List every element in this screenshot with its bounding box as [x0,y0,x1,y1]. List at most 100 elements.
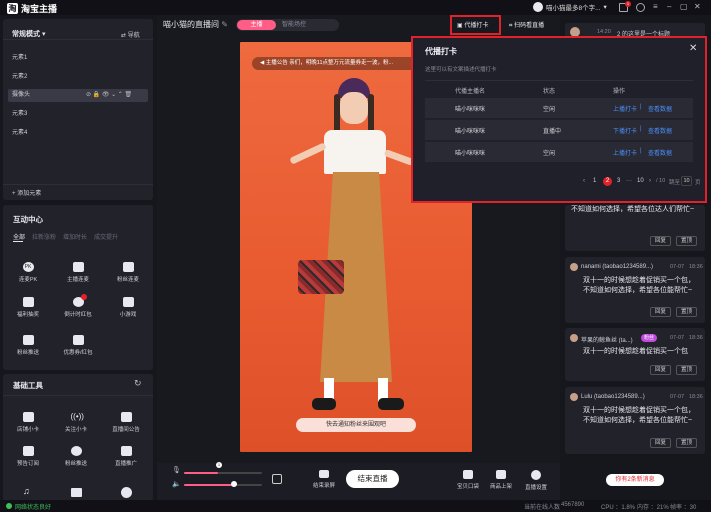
element-item-2[interactable]: 元素2 [8,71,148,83]
reply-button[interactable]: 回复 [650,236,671,246]
checkin-action-link[interactable]: 上播打卡 [613,148,637,157]
row-status: 空闲 [543,151,556,157]
tool-coupon[interactable]: 优惠券/红包 [60,335,96,356]
screen-capture-icon[interactable] [272,474,282,484]
video-caption[interactable]: 快去通知粉丝来围观吧 [296,418,416,432]
tab-underline [13,241,23,242]
live-settings-label: 直播设置 [524,485,547,491]
more-tool-icon[interactable] [121,487,132,498]
tab-host[interactable]: 主播 [237,20,276,30]
live-settings-button[interactable]: 直播设置 [518,470,554,491]
reply-button[interactable]: 回复 [650,307,671,317]
page-current[interactable]: 2 [603,177,612,186]
tab-conversion[interactable]: 成交提升 [94,235,118,241]
mic-slider-handle[interactable]: 1 [216,462,222,468]
notify-badge: 1 [625,1,631,7]
avatar [570,393,578,401]
video-camera-icon [319,470,329,478]
pin-button[interactable]: 置顶 [676,236,697,246]
dialog-title: 代播打卡 [425,47,457,56]
close-icon[interactable]: ✕ [689,43,697,54]
pin-button[interactable]: 置顶 [676,307,697,317]
tab-duration[interactable]: 增加时长 [63,235,87,241]
pin-button[interactable]: 置顶 [676,438,697,448]
chat-date: 07-07 [670,264,685,270]
chat-name: 苹果的鲸鱼丝 (ta...) [581,338,633,344]
page-3[interactable]: 3 [617,178,620,184]
element-item-3[interactable]: 元素3 [8,108,148,120]
page-1[interactable]: 1 [593,178,596,184]
store-pocket-button[interactable]: 宝贝口袋 [451,470,485,490]
pin-button[interactable]: 置顶 [676,365,697,375]
avatar [570,263,578,271]
maximize-icon[interactable]: ▢ [680,2,688,11]
element-label: 摄像头 [12,92,31,98]
element-item-1[interactable]: 元素1 [8,52,148,64]
checkin-action-link[interactable]: 上播打卡 [613,104,637,113]
jump-input[interactable]: 10 [681,176,692,186]
tool-host-link[interactable]: 主播连麦 [60,262,96,283]
page-10[interactable]: 10 [637,178,644,184]
proxy-checkin-button[interactable]: ▣ 代播打卡 [457,20,488,29]
tool-game[interactable]: 小游戏 [110,297,146,318]
shirt [324,130,386,174]
guide-button[interactable]: ⇄ 导航 [121,30,140,39]
tab-smart-control[interactable]: 智能场控 [282,20,306,30]
volume-icon[interactable]: 🔈 [172,480,181,488]
tool-label: 连麦PK [18,277,38,283]
mode-select[interactable]: 常规模式 ▾ [12,29,45,39]
tool-pk[interactable]: PK 连麦PK [10,262,46,283]
minimize-icon[interactable]: – [667,2,671,11]
help-icon[interactable] [636,3,645,12]
end-live-button[interactable]: 结束直播 [346,470,399,488]
menu-icon[interactable]: ≡ [653,2,658,11]
divider [3,39,153,40]
tool-fan-link[interactable]: 粉丝连麦 [110,262,146,283]
add-element-button[interactable]: + 添加元素 [12,188,41,197]
close-window-icon[interactable]: ✕ [694,2,701,11]
new-messages-button[interactable]: 你有2条新消息 [606,474,664,486]
refresh-icon[interactable]: ↻ [134,378,142,389]
tool-announcement[interactable]: 直播间公告 [108,412,144,433]
tool-fans-push[interactable]: 粉丝推送 [58,446,94,467]
ellipsis: ··· [626,178,632,184]
edit-icon[interactable]: ✎ [221,20,228,29]
element-item-camera[interactable]: 摄像头 ⊘ 🔒 👁 ⌄ ⌃ 🗑 [8,89,148,102]
view-data-link[interactable]: 查看数据 [648,148,672,157]
tool-fan-push[interactable]: 粉丝推送 [10,335,46,356]
music-icon[interactable]: ♫ [23,486,30,496]
chat-time: 18:36 [689,264,703,270]
end-record-button[interactable]: 结束录屏 [307,470,341,489]
publish-goods-button[interactable]: 商品上架 [484,470,518,490]
tool-label: 店铺小卡 [16,427,39,433]
qrcode-icon: ⌗ [509,23,513,29]
scan-live-button[interactable]: ⌗ 扫码看直播 [509,20,544,30]
user-menu[interactable]: 喵小猫最多8个字... ▾ [533,2,607,12]
user-name: 喵小猫最多8个字... [546,5,601,12]
row-status: 直播中 [543,129,562,135]
tool-preview[interactable]: 预告订阅 [10,446,46,467]
prev-page-icon[interactable]: ‹ [583,178,585,184]
next-page-icon[interactable]: › [649,178,651,184]
tool-promote[interactable]: 直播推广 [108,446,144,467]
checkin-action-link[interactable]: 下播打卡 [613,126,637,135]
reply-button[interactable]: 回复 [650,438,671,448]
mic-icon[interactable]: 🎙 [172,466,181,474]
volume-slider-handle[interactable] [231,481,237,487]
element-tools-icon[interactable]: ⊘ 🔒 👁 ⌄ ⌃ 🗑 [86,89,132,102]
tab-new-fans[interactable]: 拉新涨粉 [32,235,56,241]
scan-live-label: 扫码看直播 [514,23,545,29]
tool-shop-card[interactable]: 店铺小卡 [10,412,46,433]
tool-follow-card[interactable]: ((•)) 关注小卡 [58,412,94,433]
tool-lottery[interactable]: 福利抽奖 [10,297,46,318]
mode-label: 常规模式 [12,31,40,38]
image-icon[interactable] [71,488,82,497]
view-data-link[interactable]: 查看数据 [648,104,672,113]
viewers-label: 当前在线人数 [524,505,561,511]
reply-button[interactable]: 回复 [650,365,671,375]
volume-slider-fill [184,484,234,486]
view-data-link[interactable]: 查看数据 [648,126,672,135]
tool-redpacket[interactable]: 倒计时红包 [60,294,96,318]
shop-icon [22,412,34,422]
element-item-4[interactable]: 元素4 [8,127,148,139]
